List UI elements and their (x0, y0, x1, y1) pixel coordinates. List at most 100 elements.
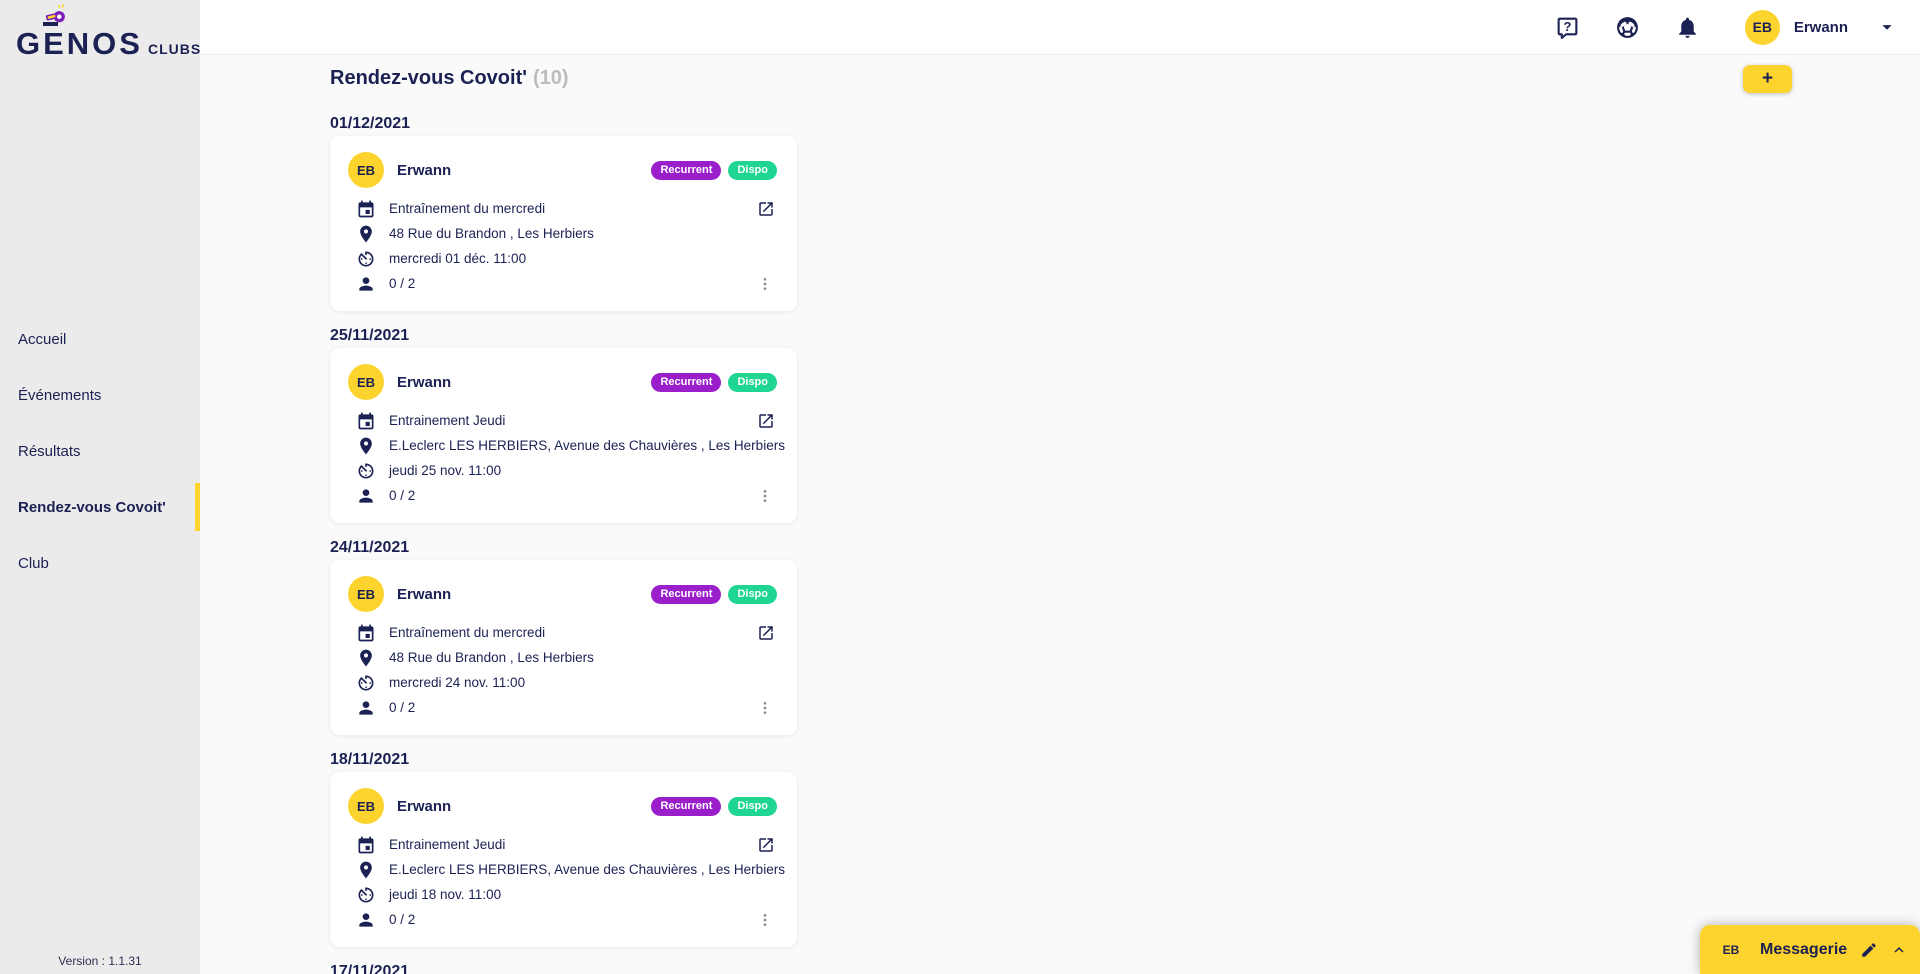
event-row: Entrainement Jeudi (330, 408, 797, 433)
sidebar: GENOSCLUBS Accueil Événements Résultats … (0, 0, 200, 974)
event-title: Entraînement du mercredi (389, 201, 545, 216)
open-in-new-icon[interactable] (757, 412, 775, 430)
location-pin-icon (356, 436, 376, 456)
sidebar-nav: Accueil Événements Résultats Rendez-vous… (0, 311, 200, 591)
user-avatar[interactable]: EB (1745, 10, 1780, 45)
top-bar: ? EB Erwann (200, 0, 1920, 55)
avatar-initials: EB (357, 375, 375, 390)
date-group: 25/11/2021 EB Erwann RecurrentDispo Entr… (330, 325, 797, 523)
card-menu-button[interactable] (757, 272, 773, 296)
event-title: Entrainement Jeudi (389, 837, 505, 852)
organizer-name: Erwann (397, 162, 451, 179)
location-pin-icon (356, 224, 376, 244)
notifications-button[interactable] (1675, 14, 1701, 40)
location-row: 48 Rue du Brandon , Les Herbiers (330, 221, 797, 246)
rdv-card[interactable]: EB Erwann RecurrentDispo Entraînement du… (330, 560, 797, 735)
page-title: Rendez-vous Covoit'(10) (330, 67, 1920, 94)
badge-dispo: Dispo (728, 797, 777, 816)
badge-recurrent: Recurrent (651, 373, 721, 392)
time-row: mercredi 01 déc. 11:00 (330, 246, 797, 271)
card-menu-button[interactable] (757, 484, 773, 508)
card-header: EB Erwann RecurrentDispo (330, 772, 797, 824)
messenger-avatar: EB (1718, 937, 1744, 963)
location-text: 48 Rue du Brandon , Les Herbiers (389, 226, 594, 241)
sports-button[interactable] (1615, 14, 1641, 40)
event-row: Entraînement du mercredi (330, 196, 797, 221)
capacity-text: 0 / 2 (389, 488, 415, 503)
add-rdv-button[interactable]: + (1743, 65, 1792, 93)
more-vert-icon (757, 908, 773, 932)
sidebar-item-resultats[interactable]: Résultats (0, 423, 200, 479)
date-group-cards: EB Erwann RecurrentDispo Entraînement du… (330, 560, 797, 735)
location-row: E.Leclerc LES HERBIERS, Avenue des Chauv… (330, 857, 797, 882)
rdv-card[interactable]: EB Erwann RecurrentDispo Entrainement Je… (330, 772, 797, 947)
date-heading: 18/11/2021 (330, 749, 797, 771)
more-vert-icon (757, 696, 773, 720)
date-group: 01/12/2021 EB Erwann RecurrentDispo Entr… (330, 113, 797, 311)
page-title-text: Rendez-vous Covoit' (330, 67, 527, 89)
sidebar-item-accueil[interactable]: Accueil (0, 311, 200, 367)
capacity-row: 0 / 2 (330, 907, 797, 932)
location-pin-icon (356, 860, 376, 880)
avatar: EB (348, 152, 384, 188)
chevron-up-icon (1890, 941, 1908, 959)
avatar: EB (348, 364, 384, 400)
open-in-new-icon[interactable] (757, 200, 775, 218)
badge-recurrent: Recurrent (651, 161, 721, 180)
person-icon (356, 698, 376, 718)
avatar: EB (348, 576, 384, 612)
card-menu-button[interactable] (757, 696, 773, 720)
capacity-text: 0 / 2 (389, 912, 415, 927)
card-header: EB Erwann Recurrent Dispo (330, 136, 797, 188)
avatar-initials: EB (357, 799, 375, 814)
open-in-new-icon[interactable] (757, 624, 775, 642)
badges: RecurrentDispo (651, 797, 777, 816)
messenger-bar[interactable]: EB Messagerie (1700, 925, 1920, 974)
time-row: jeudi 18 nov. 11:00 (330, 882, 797, 907)
help-button[interactable]: ? (1555, 14, 1581, 40)
card-body: Entrainement Jeudi E.Leclerc LES HERBIER… (330, 408, 797, 508)
content-area: Rendez-vous Covoit'(10) 01/12/2021 EB Er… (200, 55, 1920, 974)
location-text: E.Leclerc LES HERBIERS, Avenue des Chauv… (389, 862, 785, 877)
sidebar-item-rendez-vous-covoit[interactable]: Rendez-vous Covoit' (0, 479, 200, 535)
time-text: mercredi 24 nov. 11:00 (389, 675, 525, 690)
sidebar-item-label: Accueil (18, 331, 66, 348)
sidebar-item-label: Rendez-vous Covoit' (18, 499, 166, 516)
date-group: 24/11/2021 EB Erwann RecurrentDispo Entr… (330, 537, 797, 735)
person-icon (356, 486, 376, 506)
organizer-name: Erwann (397, 374, 451, 391)
time-row: jeudi 25 nov. 11:00 (330, 458, 797, 483)
calendar-icon (356, 411, 376, 431)
messenger-label: Messagerie (1760, 941, 1848, 959)
pencil-icon (1860, 941, 1878, 959)
sidebar-item-label: Résultats (18, 443, 81, 460)
messenger-expand-button[interactable] (1890, 941, 1908, 959)
capacity-row: 0 / 2 (330, 271, 797, 296)
sidebar-item-label: Club (18, 555, 49, 572)
card-header: EB Erwann RecurrentDispo (330, 560, 797, 612)
messenger-avatar-initials: EB (1723, 943, 1740, 957)
card-menu-button[interactable] (757, 908, 773, 932)
sidebar-item-evenements[interactable]: Événements (0, 367, 200, 423)
capacity-row: 0 / 2 (330, 695, 797, 720)
person-icon (356, 274, 376, 294)
badge-dispo: Dispo (728, 161, 777, 180)
app-version: Version : 1.1.31 (0, 954, 200, 968)
badge-dispo: Dispo (728, 373, 777, 392)
badges: Recurrent Dispo (651, 161, 777, 180)
help-icon: ? (1555, 15, 1580, 40)
timer-icon (356, 249, 376, 269)
date-group-cards: EB Erwann Recurrent Dispo Entraînement du… (330, 136, 797, 311)
rdv-card[interactable]: EB Erwann Recurrent Dispo Entrainement Je… (330, 348, 797, 523)
user-menu-button[interactable] (1876, 16, 1898, 38)
event-title: Entrainement Jeudi (389, 413, 505, 428)
sidebar-item-club[interactable]: Club (0, 535, 200, 591)
brand-main: GENOS (16, 26, 143, 61)
time-row: mercredi 24 nov. 11:00 (330, 670, 797, 695)
compose-message-button[interactable] (1860, 941, 1878, 959)
user-name[interactable]: Erwann (1794, 19, 1848, 36)
open-in-new-icon[interactable] (757, 836, 775, 854)
logo-e-bar (43, 22, 58, 26)
rdv-card[interactable]: EB Erwann Recurrent Dispo Entraînement du… (330, 136, 797, 311)
badge-dispo: Dispo (728, 585, 777, 604)
